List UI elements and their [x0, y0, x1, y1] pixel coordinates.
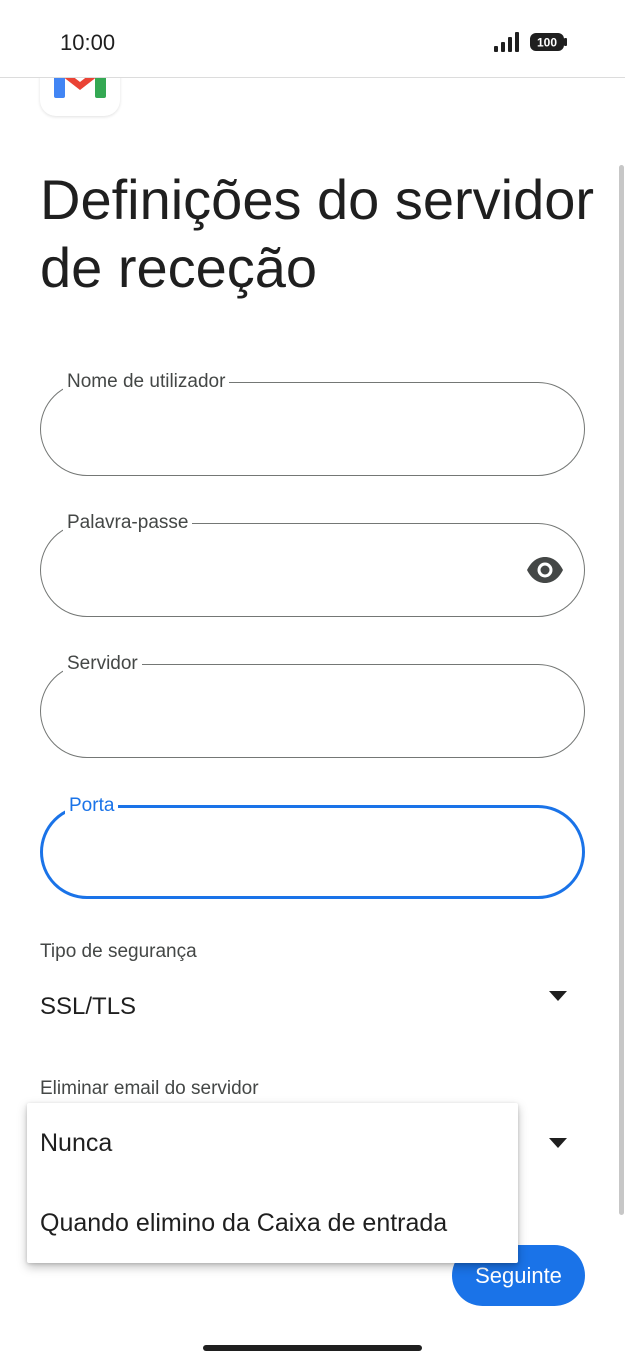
server-field[interactable]: Servidor: [40, 653, 585, 758]
server-input[interactable]: [67, 695, 514, 729]
password-input[interactable]: [67, 554, 514, 588]
screen: 10:00 100 Definições do servidor de rece…: [0, 0, 625, 1362]
page-title: Definições do servidor de receção: [40, 168, 595, 299]
delete-from-server-label: Eliminar email do servidor: [40, 1078, 259, 1099]
eye-icon[interactable]: [526, 555, 564, 585]
port-field[interactable]: Porta: [40, 795, 585, 899]
port-label: Porta: [65, 795, 119, 817]
server-label: Servidor: [63, 653, 142, 675]
username-input[interactable]: [67, 413, 514, 447]
password-label: Palavra-passe: [63, 512, 193, 534]
delete-from-server-menu: Nunca Quando elimino da Caixa de entrada: [27, 1103, 518, 1263]
password-field[interactable]: Palavra-passe: [40, 512, 585, 617]
status-bar: 10:00 100: [0, 0, 625, 78]
home-indicator[interactable]: [203, 1345, 422, 1351]
dropdown-arrow-icon[interactable]: [549, 991, 567, 1001]
menu-item-never[interactable]: Nunca: [27, 1103, 518, 1183]
username-field[interactable]: Nome de utilizador: [40, 371, 585, 476]
signal-icon: [494, 32, 519, 52]
battery-level: 100: [537, 36, 557, 50]
battery-icon: 100: [530, 33, 567, 51]
menu-item-when-deleted-from-inbox[interactable]: Quando elimino da Caixa de entrada: [27, 1183, 518, 1263]
security-type-label: Tipo de segurança: [40, 941, 197, 962]
port-input[interactable]: [69, 838, 512, 872]
security-type-select[interactable]: SSL/TLS: [40, 993, 136, 1021]
status-time: 10:00: [60, 30, 116, 55]
username-label: Nome de utilizador: [63, 371, 230, 393]
scrollbar[interactable]: [619, 165, 624, 1215]
dropdown-arrow-icon[interactable]: [549, 1138, 567, 1148]
